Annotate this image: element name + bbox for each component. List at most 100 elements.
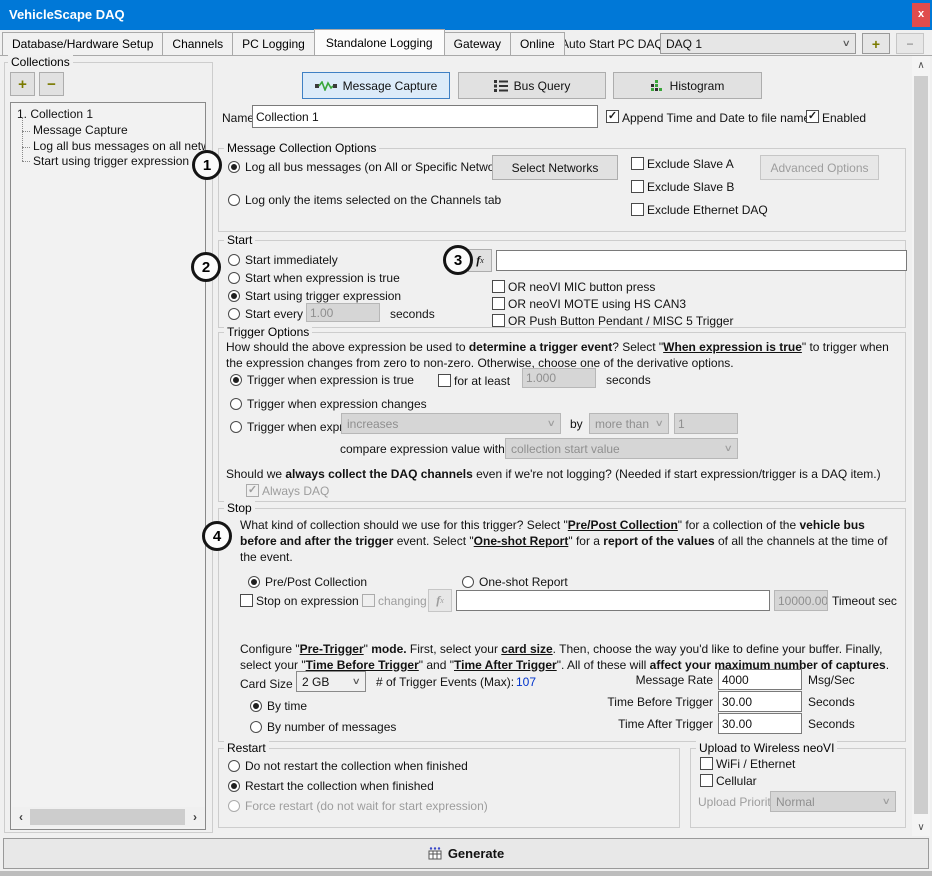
auto-start-pc-daq-label: Auto Start PC DAQ <box>561 37 664 51</box>
log-selected-radio[interactable] <box>228 194 240 206</box>
one-shot-report-label: One-shot Report <box>479 575 568 589</box>
stop-expression-input[interactable] <box>456 590 770 611</box>
desc-text: What kind of collection should we use fo… <box>240 518 568 532</box>
compare-mode-select: more than ∨ <box>589 413 669 434</box>
scroll-down-arrow[interactable]: ∨ <box>912 820 930 834</box>
tab-bar: Database/Hardware Setup Channels PC Logg… <box>2 30 565 56</box>
start-every-radio[interactable] <box>228 308 240 320</box>
or-pendant-checkbox[interactable] <box>492 314 505 327</box>
select-networks-button[interactable]: Select Networks <box>492 155 618 180</box>
restart-radio[interactable] <box>228 780 240 792</box>
tab-online[interactable]: Online <box>510 32 565 56</box>
select-networks-label: Select Networks <box>512 161 599 175</box>
message-capture-button[interactable]: Message Capture <box>302 72 450 99</box>
restart-label: Restart the collection when finished <box>245 779 434 793</box>
no-restart-radio[interactable] <box>228 760 240 772</box>
scroll-up-arrow[interactable]: ∧ <box>912 58 930 72</box>
exclude-slave-a-checkbox[interactable] <box>631 157 644 170</box>
start-expression-input[interactable] <box>496 250 907 271</box>
tab-channels[interactable]: Channels <box>162 32 233 56</box>
compare-with-value: collection start value <box>511 442 620 456</box>
start-every-seconds-label: seconds <box>390 307 435 321</box>
collections-title: Collections <box>8 55 73 69</box>
time-after-input[interactable]: 30.00 <box>718 713 802 734</box>
message-rate-input[interactable]: 4000 <box>718 669 802 690</box>
annotation-circle-2: 2 <box>191 252 221 282</box>
time-after-label: Time After Trigger <box>590 717 713 731</box>
or-mic-checkbox[interactable] <box>492 280 505 293</box>
trigger-when-expression-radio[interactable] <box>230 421 242 433</box>
pre-post-collection-radio[interactable] <box>248 576 260 588</box>
desc-text: Should we <box>226 467 285 481</box>
annotation-number: 3 <box>454 252 462 269</box>
or-mic-label: OR neoVI MIC button press <box>508 280 655 294</box>
scroll-left-arrow[interactable]: ‹ <box>14 809 28 825</box>
message-rate-label: Message Rate <box>590 673 713 687</box>
name-input[interactable]: Collection 1 <box>252 105 598 128</box>
stop-on-expression-checkbox[interactable] <box>240 594 253 607</box>
by-time-radio[interactable] <box>250 700 262 712</box>
tree-hscroll-thumb[interactable] <box>30 809 185 825</box>
start-immediately-radio[interactable] <box>228 254 240 266</box>
generate-button[interactable]: Generate <box>3 838 929 869</box>
append-date-checkbox[interactable]: ✓ <box>606 110 619 123</box>
bus-query-button[interactable]: Bus Query <box>458 72 606 99</box>
enabled-checkbox[interactable]: ✓ <box>806 110 819 123</box>
by-messages-radio[interactable] <box>250 721 262 733</box>
message-options-title: Message Collection Options <box>224 141 379 155</box>
close-button[interactable]: x <box>912 3 930 27</box>
add-daq-button[interactable]: + <box>862 33 890 54</box>
plus-icon: + <box>872 36 880 52</box>
close-icon: x <box>918 8 924 20</box>
log-all-radio[interactable] <box>228 161 240 173</box>
trigger-when-changes-radio[interactable] <box>230 398 242 410</box>
card-size-select[interactable]: 2 GB ∨ <box>296 671 366 692</box>
for-at-least-checkbox[interactable] <box>438 374 451 387</box>
start-using-trigger-radio[interactable] <box>228 290 240 302</box>
desc-link: Time Before Trigger <box>306 658 419 672</box>
tab-gateway[interactable]: Gateway <box>444 32 511 56</box>
tree-item-start-trigger[interactable]: Start using trigger expression <box>33 154 189 168</box>
tab-pc-logging[interactable]: PC Logging <box>232 32 315 56</box>
scroll-right-arrow[interactable]: › <box>188 809 202 825</box>
fx-sub: x <box>440 596 444 605</box>
stop-fx-button: fx <box>428 589 452 612</box>
desc-text: " for a collection of the <box>678 518 800 532</box>
tab-standalone-logging[interactable]: Standalone Logging <box>314 29 445 56</box>
daq-select-value: DAQ 1 <box>666 37 702 51</box>
tree-connector <box>22 147 30 149</box>
or-mote-checkbox[interactable] <box>492 297 505 310</box>
card-size-value: 2 GB <box>302 675 329 689</box>
check-icon: ✓ <box>808 111 817 122</box>
add-collection-button[interactable]: + <box>10 72 35 96</box>
tree-connector <box>22 131 30 133</box>
chevron-down-icon: ∨ <box>352 676 361 687</box>
message-capture-label: Message Capture <box>343 79 438 93</box>
wifi-ethernet-checkbox[interactable] <box>700 757 713 770</box>
tab-database-hardware-setup[interactable]: Database/Hardware Setup <box>2 32 163 56</box>
minus-icon: − <box>906 37 913 51</box>
daq-select[interactable]: DAQ 1 ∨ <box>660 33 856 54</box>
start-title: Start <box>224 233 255 247</box>
name-value: Collection 1 <box>256 110 319 124</box>
one-shot-report-radio[interactable] <box>462 576 474 588</box>
vscroll-thumb[interactable] <box>914 76 928 814</box>
remove-collection-button[interactable]: − <box>39 72 64 96</box>
name-label: Name <box>222 111 254 125</box>
append-date-label: Append Time and Date to file name <box>622 111 810 125</box>
tree-item-log-all[interactable]: Log all bus messages on all networks <box>33 139 206 153</box>
tree-item-collection[interactable]: 1. Collection 1 <box>17 107 93 121</box>
annotation-number: 2 <box>202 259 210 276</box>
tree-item-message-capture[interactable]: Message Capture <box>33 123 128 137</box>
application-window: VehicleScape DAQ x Database/Hardware Set… <box>0 0 932 876</box>
by-time-label: By time <box>267 699 307 713</box>
start-when-expression-radio[interactable] <box>228 272 240 284</box>
exclude-slave-b-checkbox[interactable] <box>631 180 644 193</box>
exclude-ethernet-daq-label: Exclude Ethernet DAQ <box>647 203 768 217</box>
cellular-checkbox[interactable] <box>700 774 713 787</box>
histogram-button[interactable]: Histogram <box>613 72 762 99</box>
upload-priority-label: Upload Priority <box>698 795 777 809</box>
trigger-when-true-radio[interactable] <box>230 374 242 386</box>
exclude-ethernet-daq-checkbox[interactable] <box>631 203 644 216</box>
time-before-input[interactable]: 30.00 <box>718 691 802 712</box>
